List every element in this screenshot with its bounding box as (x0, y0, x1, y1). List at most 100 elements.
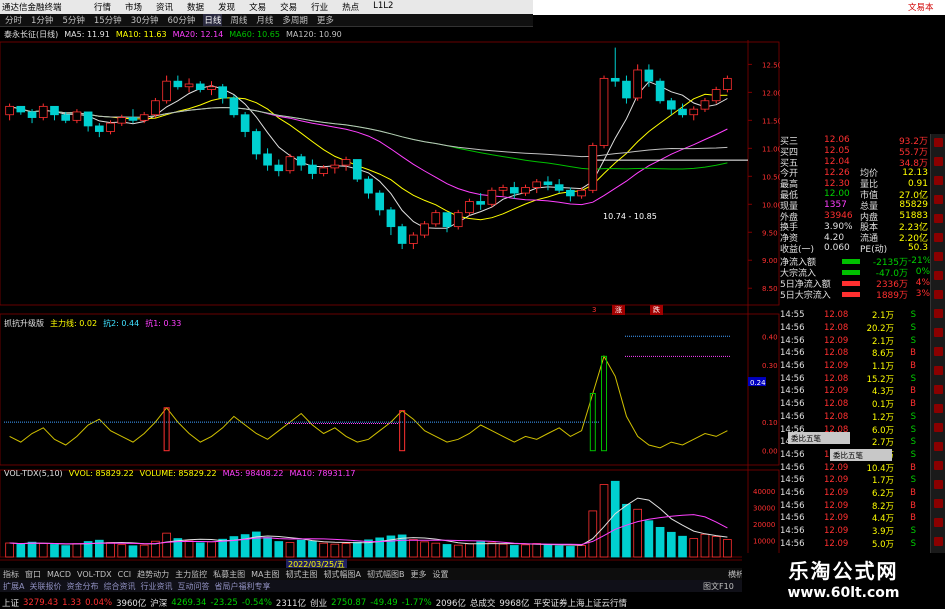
status-item-7: -23.25 (210, 597, 238, 608)
candle-body-52 (588, 145, 598, 191)
candle-body-7 (83, 111, 93, 127)
tick-side-9: S (910, 424, 916, 435)
side-tool-icon-15[interactable] (934, 423, 943, 432)
indicator-tab-13[interactable]: 设置 (433, 569, 449, 580)
status-item-13: -1.77% (401, 597, 432, 608)
info-tab-6[interactable]: 省局户福利专享 (214, 581, 270, 592)
info-tab-1[interactable]: 关联报价 (29, 581, 61, 592)
side-tool-icon-20[interactable] (934, 518, 943, 527)
status-item-9: 2311亿 (275, 598, 307, 609)
side-tool-icon-19[interactable] (934, 499, 943, 508)
indicator-tab-8[interactable]: MA主图 (251, 569, 279, 580)
tick-price-3: 12.08 (824, 348, 849, 359)
tick-side-4: B (910, 361, 916, 372)
info-tab-5[interactable]: 互动问答 (177, 581, 209, 592)
side-tool-icon-12[interactable] (934, 366, 943, 375)
panel-popup-2[interactable]: 委比五笔 (830, 449, 892, 461)
side-tool-icon-14[interactable] (934, 404, 943, 413)
candle-body-29 (330, 164, 340, 169)
volume-bar-55 (622, 503, 631, 558)
side-tool-icon-3[interactable] (934, 195, 943, 204)
info-tab-4[interactable]: 行业资讯 (140, 581, 172, 592)
volume-bar-47 (532, 543, 542, 558)
side-tool-icon-17[interactable] (934, 461, 943, 470)
indicator-tab-6[interactable]: 主力监控 (175, 569, 207, 580)
side-tool-icon-18[interactable] (934, 480, 943, 489)
ind-tick-2: 0.24 (750, 379, 766, 387)
volume-bar-11 (128, 545, 138, 558)
indicator-tab-4[interactable]: CCI (118, 570, 132, 579)
indicator-bar-0 (163, 407, 170, 452)
side-toolbar[interactable] (930, 134, 945, 554)
status-item-16: 9968亿 (499, 598, 530, 609)
side-tool-icon-6[interactable] (934, 252, 943, 261)
tick-vol-12: 10.4万 (866, 463, 894, 474)
quote-right-10: 50.3 (907, 243, 928, 254)
tick-vol-3: 8.6万 (871, 349, 894, 360)
volume-legend-0: VOL-TDX(5,10) (4, 469, 63, 478)
side-tool-icon-8[interactable] (934, 290, 943, 299)
watermark-url: www.60lt.com (787, 585, 900, 601)
side-tool-icon-4[interactable] (934, 214, 943, 223)
indicator-tab-10[interactable]: 韧式幅图A (324, 569, 361, 580)
indicator-bar-1 (399, 410, 406, 452)
tick-time-16: 14:56 (780, 513, 805, 524)
volume-bar-40 (453, 544, 463, 558)
side-tool-icon-1[interactable] (934, 157, 943, 166)
indicator-tabs: 指标 窗口 MACD VOL-TDX CCI 趋势动力 主力监控 私募主图 MA主图 韧式主图 韧式… (0, 568, 742, 580)
candle-body-15 (173, 80, 183, 88)
info-tab-2[interactable]: 资金分布 (66, 581, 98, 592)
indicator-line1: 主力线: 0.02 (50, 319, 98, 328)
candle-body-49 (554, 184, 564, 191)
volume-bar-54 (610, 480, 620, 558)
side-tool-icon-5[interactable] (934, 233, 943, 242)
candle-body-31 (352, 159, 362, 180)
side-tool-icon-11[interactable] (934, 347, 943, 356)
candle-body-20 (229, 97, 239, 116)
kline-chart[interactable]: 12.50 12.00 11.50 11.00 10.50 10.00 9.50 9.00 8.… (0, 0, 780, 568)
volume-bar-57 (644, 520, 654, 558)
tick-side-0: S (910, 310, 916, 321)
candle-body-53 (599, 77, 609, 146)
volume-bar-52 (588, 510, 598, 558)
indicator-tab-3[interactable]: VOL-TDX (77, 570, 112, 579)
volume-bar-62 (700, 533, 710, 558)
indicator-tab-0[interactable]: 指标 (3, 569, 19, 580)
info-tab-0[interactable]: 扩展A (3, 581, 24, 592)
side-tool-icon-9[interactable] (934, 309, 943, 318)
flow-pct-3: 3% (915, 289, 930, 300)
indicator-tab-1[interactable]: 窗口 (25, 569, 41, 580)
indicator-line3: 抗1: 0.33 (145, 319, 182, 328)
side-tool-icon-2[interactable] (934, 176, 943, 185)
indicator-tab-12[interactable]: 更多 (411, 569, 427, 580)
candle-body-5 (61, 114, 71, 121)
indicator-tab-2[interactable]: MACD (47, 570, 71, 579)
volume-ma-0 (9, 497, 728, 546)
indicator-tab-11[interactable]: 韧式幅图B (367, 569, 405, 580)
tick-row-4: 14:56 12.09 1.1万 B (780, 360, 930, 373)
indicator-tab-9[interactable]: 韧式主图 (286, 569, 318, 580)
side-tool-icon-0[interactable] (934, 138, 943, 147)
panel-popup-1[interactable]: 委比五笔 (788, 432, 850, 444)
top-right-label[interactable]: 文易本 (908, 1, 934, 13)
info-tab-3[interactable]: 综合资讯 (103, 581, 135, 592)
quote-value-7: 33946 (824, 210, 853, 221)
volume-panel (5, 480, 732, 558)
tick-side-2: S (910, 335, 916, 346)
side-tool-icon-13[interactable] (934, 385, 943, 394)
side-tool-icon-10[interactable] (934, 328, 943, 337)
side-tool-icon-7[interactable] (934, 271, 943, 280)
candle-body-64 (723, 77, 732, 90)
f10-tab[interactable]: 图文F10 (703, 581, 734, 592)
side-tool-icon-21[interactable] (934, 537, 943, 546)
side-tool-icon-16[interactable] (934, 442, 943, 451)
tick-side-3: B (910, 348, 916, 359)
indicator-tab-5[interactable]: 趋势动力 (137, 569, 169, 580)
candle-body-1 (16, 105, 26, 113)
tick-time-8: 14:56 (780, 411, 805, 422)
vol-tick-0: 40000 (753, 488, 775, 496)
tick-vol-5: 15.2万 (866, 374, 894, 385)
tick-row-13: 14:56 12.09 1.7万 S (780, 474, 930, 487)
volume-bar-48 (543, 544, 553, 558)
indicator-tab-7[interactable]: 私募主图 (213, 569, 245, 580)
